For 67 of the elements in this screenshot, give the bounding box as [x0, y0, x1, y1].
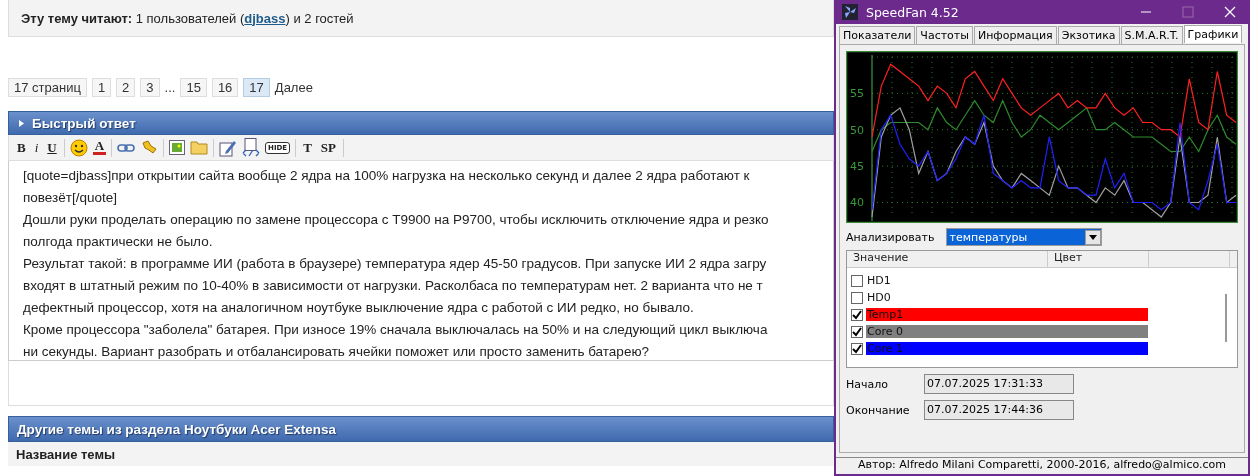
end-time-field[interactable]: 07.07.2025 17:44:36	[924, 400, 1074, 420]
text-line: Результат такой: в программе ИИ (работа в браузере) температура ядер 45-50 градусов. При запуске ИИ 2 ядра загру	[23, 255, 767, 273]
close-icon[interactable]	[1224, 6, 1236, 18]
text-line: Кроме процессора "заболела" батарея. При износе 19% сначала выключалась на 50% и на следующий цикл выключа	[23, 321, 768, 339]
axis-tick-label: 55	[850, 87, 864, 101]
pagination-ellipsis: ...	[164, 79, 176, 95]
document-icon[interactable]	[242, 137, 261, 158]
page-link[interactable]: 17	[243, 77, 270, 97]
axis-tick-label: 50	[850, 123, 864, 137]
fan-icon	[842, 4, 858, 20]
image-icon[interactable]	[169, 140, 186, 155]
tab[interactable]: Частоты	[916, 26, 973, 44]
sensor-item[interactable]: Core 0	[866, 325, 1148, 338]
column-header: Цвет	[1048, 251, 1149, 267]
text-line: входят в штатный режим по 10-40% в зависимости от нагрузки. Расколбаса по температурам нет. 2 варианта что не т	[23, 277, 763, 295]
text-line: дефектный процессор, хотя на аналогичном ноутбуке выключение ядра с работой с ИИ редко, но бывало.	[23, 299, 694, 317]
checkbox[interactable]	[851, 308, 863, 321]
start-time-field[interactable]: 07.07.2025 17:31:33	[924, 374, 1074, 394]
text-line: ни секунды. Вариант разобрать и отбалансировать ячейки поможет или просто заменить батарею?	[23, 343, 650, 360]
text-line: Дошли руки проделать операцию по замене процессора с T9900 на P9700, чтобы исключить отключение ядра и резко	[23, 211, 769, 229]
checkbox[interactable]	[851, 291, 863, 304]
section-title: Другие темы из раздела Ноутбуки Acer Extensa	[17, 421, 336, 437]
page-link[interactable]: 3	[140, 77, 160, 97]
start-label: Начало	[846, 377, 889, 391]
checkbox[interactable]	[851, 274, 863, 287]
tab[interactable]: Графики	[1183, 25, 1243, 43]
analyze-dropdown[interactable]: температуры	[946, 228, 1103, 246]
user-link[interactable]: djbass	[244, 10, 286, 26]
sensor-item[interactable]: HD0	[866, 291, 1148, 304]
text-line: [quote=djbass]при открытии сайта вообще 2 ядра на 100% нагрузка на несколько секунд и далее 2 ядра работают к	[23, 167, 750, 185]
sensor-item[interactable]: HD1	[866, 274, 1148, 287]
page-link[interactable]: 16	[211, 77, 239, 97]
tab[interactable]: Информация	[973, 26, 1057, 44]
text-line: полгода практически не было.	[23, 233, 213, 251]
axis-tick-label: 40	[850, 196, 864, 210]
page-link[interactable]: 15	[180, 77, 207, 97]
edit-icon[interactable]	[219, 138, 238, 157]
page-count-label: 17 страниц	[8, 77, 87, 97]
link-icon[interactable]	[117, 141, 136, 154]
next-page-link[interactable]: Далее	[274, 79, 313, 95]
serif-button[interactable]: T	[301, 139, 314, 156]
text-line: повезёт[/quote]	[23, 189, 117, 207]
author-text: Автор: Alfredo Milani Comparetti, 2000-2016, alfredo@almico.com	[836, 457, 1248, 474]
page-link[interactable]: 2	[116, 77, 136, 97]
window-title: SpeedFan 4.52	[866, 4, 959, 20]
sensor-item[interactable]: Temp1	[866, 308, 1148, 321]
serif-button[interactable]: SP	[318, 139, 338, 156]
bold-button[interactable]: B	[15, 139, 28, 156]
column-header: Название темы	[16, 446, 116, 462]
italic-button[interactable]: i	[32, 139, 41, 156]
column-header: Значение	[847, 251, 1048, 267]
readers-text: Эту тему читают: 1 пользователей (djbass) и 2 гостей	[21, 10, 354, 26]
scrollbar-thumb[interactable]	[1225, 294, 1227, 342]
tab[interactable]: Экзотика	[1057, 26, 1120, 44]
tab[interactable]: Показатели	[839, 26, 916, 44]
tab[interactable]: S.M.A.R.T.	[1120, 26, 1183, 44]
smiley-icon[interactable]	[69, 138, 88, 157]
section-title: Быстрый ответ	[32, 115, 136, 131]
text-color-button[interactable]: A	[92, 140, 107, 155]
page-link[interactable]: 1	[91, 77, 112, 97]
end-label: Окончание	[846, 403, 911, 417]
triangle-icon	[19, 119, 24, 127]
checkbox[interactable]	[851, 325, 863, 338]
checkbox[interactable]	[851, 342, 863, 355]
analyze-label: Анализировать	[846, 230, 935, 244]
underline-button[interactable]: U	[45, 139, 59, 156]
axis-tick-label: 45	[850, 160, 864, 174]
